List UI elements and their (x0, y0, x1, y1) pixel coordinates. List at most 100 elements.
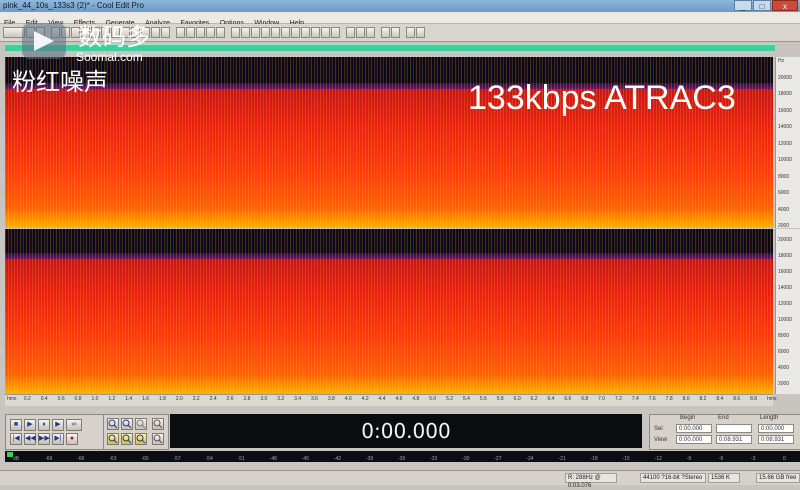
zoom-full-icon[interactable] (135, 418, 147, 430)
level-tick: -33 (430, 456, 438, 462)
toolbar-button[interactable] (406, 27, 415, 38)
time-tick: 6.0 (513, 396, 521, 402)
toolbar-button[interactable] (186, 27, 195, 38)
rewind-button[interactable]: ◀◀ (24, 433, 36, 445)
frequency-ruler-top: Hz 20000 18000 16000 14000 12000 10000 8000 6000… (775, 57, 800, 229)
level-tick: -51 (237, 456, 245, 462)
time-tick: 5.8 (496, 396, 504, 402)
stop-button[interactable]: ■ (10, 419, 22, 431)
time-tick: 5.4 (463, 396, 470, 402)
frequency-tick: 10000 (778, 317, 792, 323)
toolbar-button[interactable] (176, 27, 185, 38)
zoom-out-horizontal-icon[interactable] (121, 418, 133, 430)
zoom-in-vertical-icon[interactable] (152, 418, 164, 430)
toolbar-button[interactable] (231, 27, 240, 38)
toolbar-button[interactable] (416, 27, 425, 38)
time-display: 0:00.000 (170, 414, 642, 448)
col-begin: Begin (680, 415, 696, 421)
time-tick: 1.2 (108, 396, 116, 402)
spectrum-noise-texture (5, 229, 773, 394)
row-sel-label: Sel (654, 426, 663, 432)
time-tick: 6.2 (530, 396, 538, 402)
toolbar-button[interactable] (311, 27, 320, 38)
zoom-to-right-icon[interactable] (121, 433, 133, 445)
level-tick: -24 (526, 456, 534, 462)
time-tick: 6.6 (564, 396, 572, 402)
time-ruler[interactable]: hms 0.2 0.4 0.6 0.8 1.0 1.2 1.4 1.6 1.8 2.0 2.2 2.4 2… (5, 394, 776, 406)
toolbar-button[interactable] (271, 27, 280, 38)
toolbar-button[interactable] (241, 27, 250, 38)
time-tick: 2.4 (209, 396, 217, 402)
toolbar-button[interactable] (346, 27, 355, 38)
frequency-tick: 6000 (778, 190, 790, 196)
zoom-to-left-icon[interactable] (107, 433, 119, 445)
zoom-in-horizontal-icon[interactable] (107, 418, 119, 430)
time-tick: 4.2 (361, 396, 369, 402)
toolbar-button[interactable] (206, 27, 215, 38)
frequency-tick: 12000 (778, 301, 792, 307)
maximize-button[interactable]: □ (753, 0, 771, 11)
zoom-out-vertical-icon[interactable] (152, 433, 164, 445)
level-tick: -57 (173, 456, 181, 462)
time-tick: 1.4 (125, 396, 133, 402)
sel-begin-field[interactable]: 0:00.000 (676, 424, 712, 433)
fast-forward-button[interactable]: ▶▶ (38, 433, 50, 445)
time-tick: 8.2 (699, 396, 707, 402)
time-tick: 7.0 (598, 396, 606, 402)
time-tick: 5.6 (479, 396, 487, 402)
sel-length-field[interactable]: 0:00.000 (758, 424, 794, 433)
view-begin-field[interactable]: 0:00.000 (676, 435, 712, 444)
time-tick: 4.4 (378, 396, 386, 402)
zoom-selection-icon[interactable] (135, 433, 147, 445)
close-button[interactable]: x (772, 0, 798, 11)
toolbar-button[interactable] (366, 27, 375, 38)
level-tick: -39 (365, 456, 374, 462)
toolbar-button[interactable] (331, 27, 340, 38)
toolbar-button[interactable] (161, 27, 170, 38)
time-tick: 8.8 (750, 396, 758, 402)
title-bar: pink_44_10s_133s3 (2)* - Cool Edit Pro _… (0, 0, 800, 12)
spectrogram-right-channel[interactable] (5, 229, 773, 394)
level-tick: -15 (622, 456, 630, 462)
time-tick: 3.4 (294, 396, 302, 402)
toolbar-button[interactable] (391, 27, 400, 38)
pause-button[interactable]: ⏸ (38, 419, 50, 431)
frequency-tick: 4000 (778, 206, 790, 213)
record-button[interactable]: ● (66, 433, 78, 445)
frequency-tick: Hz (778, 58, 785, 64)
toolbar-button[interactable] (151, 27, 160, 38)
toolbar-button[interactable] (301, 27, 310, 38)
view-length-field[interactable]: 0:08.931 (758, 435, 794, 444)
level-tick: -63 (109, 456, 117, 462)
toolbar-button[interactable] (381, 27, 390, 38)
time-tick: 8.0 (682, 396, 690, 402)
time-tick: 2.8 (243, 396, 251, 402)
play-to-end-button[interactable]: ▶ (52, 419, 64, 431)
frequency-tick: 6000 (778, 349, 790, 355)
goto-start-button[interactable]: |◀ (10, 433, 22, 445)
toolbar-button[interactable] (196, 27, 205, 38)
view-end-field[interactable]: 0:08.931 (716, 435, 752, 444)
toolbar-button[interactable] (356, 27, 365, 38)
time-tick: 2.2 (192, 396, 200, 402)
toolbar-button[interactable] (291, 27, 300, 38)
time-tick: 8.4 (716, 396, 724, 402)
play-button[interactable]: ▶ (24, 419, 36, 431)
level-tick: -69 (45, 456, 53, 462)
frequency-tick: 14000 (778, 285, 792, 291)
level-tick: dB (13, 456, 20, 462)
toolbar-button[interactable] (251, 27, 260, 38)
sel-end-field[interactable] (716, 424, 752, 433)
minimize-button[interactable]: _ (734, 0, 752, 11)
window-title: pink_44_10s_133s3 (2)* - Cool Edit Pro (3, 1, 144, 10)
toolbar-button[interactable] (281, 27, 290, 38)
loop-button[interactable]: ∞ (66, 419, 82, 431)
toolbar-button[interactable] (216, 27, 225, 38)
level-tick: -66 (77, 456, 85, 462)
goto-end-button[interactable]: ▶| (52, 433, 64, 445)
watermark-label: 粉红噪声 (12, 69, 108, 96)
toolbar-button[interactable] (321, 27, 330, 38)
col-end: End (718, 415, 729, 421)
window-controls: _ □ x (734, 0, 798, 12)
toolbar-button[interactable] (261, 27, 270, 38)
